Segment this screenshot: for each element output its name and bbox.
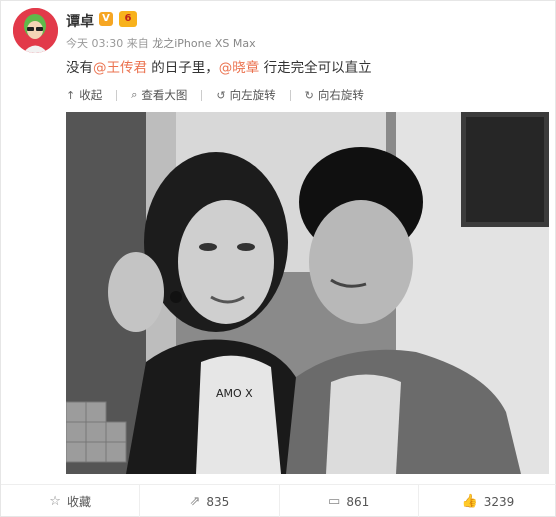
collapse-button[interactable]: ↑ 收起 bbox=[66, 87, 102, 103]
post-meta: 今天 03:30 来自 龙之iPhone XS Max bbox=[66, 35, 256, 51]
post-time[interactable]: 今天 03:30 bbox=[66, 37, 123, 50]
repost-icon: ⇗ bbox=[189, 494, 201, 509]
mention-link-2[interactable]: @晓章 bbox=[219, 60, 260, 76]
view-large-button[interactable]: ⌕ 查看大图 bbox=[131, 87, 187, 103]
rotate-left-button[interactable]: ↺ 向左旋转 bbox=[216, 87, 275, 103]
collapse-icon: ↑ bbox=[66, 88, 76, 102]
repost-button[interactable]: ⇗ 835 bbox=[139, 485, 278, 517]
rotate-right-label: 向右旋转 bbox=[317, 88, 364, 102]
source-prefix: 来自 bbox=[126, 37, 149, 50]
comment-icon: ▭ bbox=[328, 494, 341, 509]
avatar[interactable] bbox=[13, 8, 58, 53]
verified-badge[interactable]: V bbox=[99, 12, 113, 26]
like-count: 3239 bbox=[483, 494, 515, 509]
comment-count: 861 bbox=[346, 494, 370, 509]
post-source[interactable]: 龙之iPhone XS Max bbox=[152, 37, 255, 50]
comment-button[interactable]: ▭ 861 bbox=[278, 485, 418, 517]
post-photo[interactable]: AMO X bbox=[66, 112, 549, 474]
level-badge[interactable]: 6 bbox=[119, 11, 137, 27]
shirt-text: AMO X bbox=[216, 387, 253, 400]
rotate-left-label: 向左旋转 bbox=[229, 88, 276, 102]
weibo-post-card: 谭卓 V 6 今天 03:30 来自 龙之iPhone XS Max 没有@王传… bbox=[0, 0, 556, 517]
text-middle: 的日子里， bbox=[147, 60, 219, 76]
thumbs-up-icon: 👍 bbox=[461, 494, 478, 509]
collapse-label: 收起 bbox=[79, 88, 103, 102]
toolbar-divider bbox=[289, 89, 291, 101]
rotate-right-icon: ↻ bbox=[304, 88, 314, 102]
favorite-button[interactable]: ☆ 收藏 bbox=[1, 485, 139, 517]
favorite-label: 收藏 bbox=[66, 495, 91, 509]
toolbar-divider bbox=[116, 89, 118, 101]
toolbar-divider bbox=[201, 89, 203, 101]
like-button[interactable]: 👍 3239 bbox=[417, 485, 556, 517]
magnifier-icon: ⌕ bbox=[131, 88, 138, 101]
rotate-right-button[interactable]: ↻ 向右旋转 bbox=[305, 87, 364, 103]
action-bar: ☆ 收藏 ⇗ 835 ▭ 861 👍 3239 bbox=[1, 485, 556, 517]
repost-count: 835 bbox=[206, 494, 230, 509]
rotate-left-icon: ↺ bbox=[216, 88, 226, 102]
star-icon: ☆ bbox=[49, 494, 61, 509]
post-text: 没有@王传君 的日子里，@晓章 行走完全可以直立 bbox=[66, 56, 372, 76]
username[interactable]: 谭卓 bbox=[66, 11, 94, 31]
media-toolbar: ↑ 收起 ⌕ 查看大图 ↺ 向左旋转 ↻ 向右旋转 bbox=[66, 87, 364, 103]
view-large-label: 查看大图 bbox=[141, 88, 188, 102]
text-after: 行走完全可以直立 bbox=[259, 60, 372, 76]
mention-link-1[interactable]: @王传君 bbox=[93, 60, 147, 76]
text-before: 没有 bbox=[66, 60, 93, 76]
